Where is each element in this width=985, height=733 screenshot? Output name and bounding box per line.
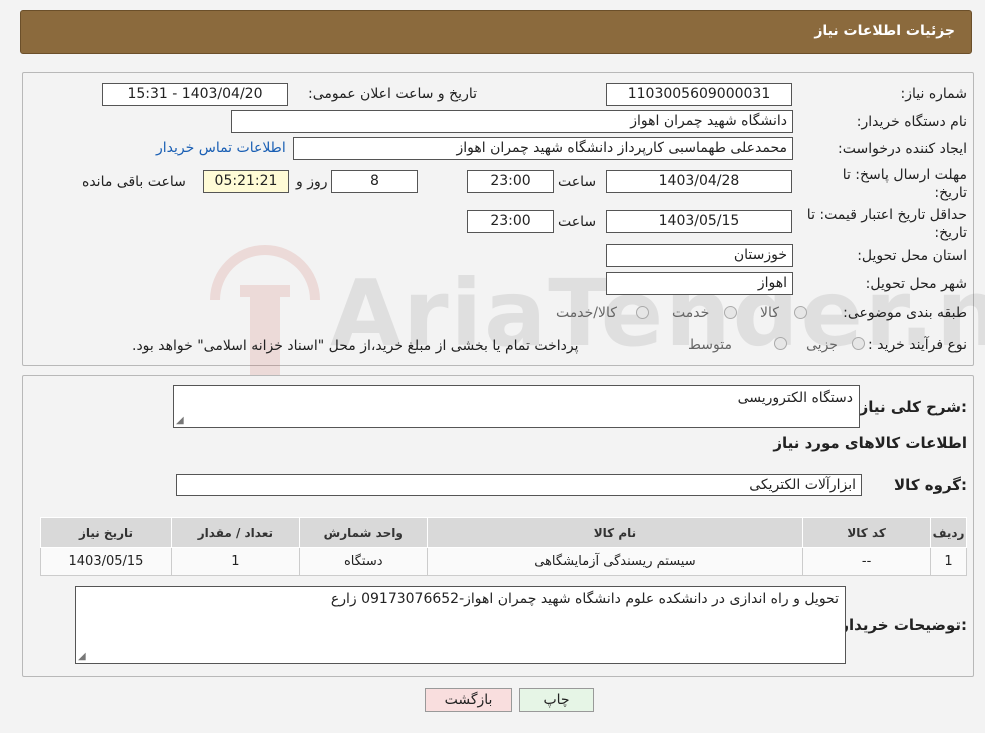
resize-grip-icon[interactable]: ◢ — [176, 415, 184, 426]
buyer-notes-textarea[interactable]: تحویل و راه اندازی در دانشکده علوم دانشگ… — [75, 586, 846, 664]
buyer-notes-text: تحویل و راه اندازی در دانشکده علوم دانشگ… — [330, 591, 839, 607]
process-option-minor: جزیی — [806, 337, 838, 353]
remaining-time-field: 05:21:21 — [203, 170, 289, 193]
column-header: تعداد / مقدار — [170, 517, 300, 548]
validity-label: حداقل تاریخ اعتبار قیمت: تا تاریخ: — [806, 207, 967, 241]
process-radio-minor[interactable] — [852, 337, 865, 350]
group-label: گروه کالا: — [894, 476, 967, 494]
province-field: خوزستان — [606, 244, 793, 267]
category-option-goods-service: کالا/خدمت — [556, 305, 617, 321]
items-section-title: اطلاعات کالاهای مورد نیاز — [773, 434, 967, 452]
days-field: 8 — [331, 170, 418, 193]
column-header: تاریخ نیاز — [40, 517, 172, 548]
column-header: کد کالا — [802, 517, 932, 548]
table-cell: 1 — [170, 547, 300, 576]
validity-time-label: ساعت — [558, 214, 597, 230]
summary-textarea[interactable]: دستگاه الکتروریسی ◢ — [173, 385, 860, 428]
table-cell: دستگاه — [298, 547, 428, 576]
city-field: اهواز — [606, 272, 793, 295]
category-radio-goods-service[interactable] — [636, 306, 649, 319]
resize-grip-icon[interactable]: ◢ — [78, 651, 86, 662]
days-label: روز و — [296, 174, 328, 190]
category-option-service: خدمت — [672, 305, 710, 321]
deadline-date-field: 1403/04/28 — [606, 170, 792, 193]
remaining-label: ساعت باقی مانده — [82, 174, 186, 190]
province-label: استان محل تحویل: — [857, 248, 967, 264]
announce-label: تاریخ و ساعت اعلان عمومی: — [308, 86, 477, 102]
category-radio-service[interactable] — [724, 306, 737, 319]
buyer-contact-link[interactable]: اطلاعات تماس خریدار — [156, 140, 286, 156]
group-field: ابزارآلات الکتریکی — [176, 474, 862, 496]
column-header: واحد شمارش — [298, 517, 428, 548]
table-row: 1 -- سیستم ریسندگی آزمایشگاهی دستگاه 1 1… — [40, 547, 967, 576]
buyer-org-field: دانشگاه شهید چمران اهواز — [231, 110, 793, 133]
need-number-field: 1103005609000031 — [606, 83, 792, 106]
table-cell: -- — [802, 547, 932, 576]
announce-field: 1403/04/20 - 15:31 — [102, 83, 288, 106]
category-label: طبقه بندی موضوعی: — [843, 305, 967, 321]
process-radio-medium[interactable] — [774, 337, 787, 350]
creator-label: ایجاد کننده درخواست: — [838, 141, 967, 157]
print-button[interactable]: چاپ — [519, 688, 594, 712]
back-button[interactable]: بازگشت — [425, 688, 512, 712]
process-label: نوع فرآیند خرید : — [868, 337, 967, 353]
page-header: جزئیات اطلاعات نیاز — [20, 10, 972, 54]
buyer-org-label: نام دستگاه خریدار: — [856, 114, 967, 130]
table-cell: سیستم ریسندگی آزمایشگاهی — [426, 547, 804, 576]
items-table: ردیف کد کالا نام کالا واحد شمارش تعداد /… — [40, 517, 967, 576]
table-header-row: ردیف کد کالا نام کالا واحد شمارش تعداد /… — [40, 517, 967, 548]
summary-text: دستگاه الکتروریسی — [737, 390, 853, 406]
process-note: پرداخت تمام یا بخشی از مبلغ خرید،از محل … — [132, 338, 579, 354]
buyer-notes-label: توضیحات خریدار: — [840, 616, 967, 634]
column-header: نام کالا — [426, 517, 804, 548]
table-cell: 1403/05/15 — [40, 547, 172, 576]
category-option-goods: کالا — [760, 305, 779, 321]
summary-label: شرح کلی نیاز: — [859, 398, 967, 416]
validity-date-field: 1403/05/15 — [606, 210, 792, 233]
city-label: شهر محل تحویل: — [865, 276, 967, 292]
deadline-time-label: ساعت — [558, 174, 597, 190]
deadline-label: مهلت ارسال پاسخ: تا تاریخ: — [842, 167, 967, 201]
process-option-medium: متوسط — [688, 337, 732, 353]
validity-time-field: 23:00 — [467, 210, 554, 233]
need-number-label: شماره نیاز: — [900, 86, 968, 102]
page-title: جزئیات اطلاعات نیاز — [814, 23, 955, 39]
creator-field: محمدعلی طهماسبی کارپرداز دانشگاه شهید چم… — [293, 137, 793, 160]
table-cell: 1 — [930, 547, 967, 576]
deadline-time-field: 23:00 — [467, 170, 554, 193]
column-header: ردیف — [930, 517, 967, 548]
category-radio-goods[interactable] — [794, 306, 807, 319]
